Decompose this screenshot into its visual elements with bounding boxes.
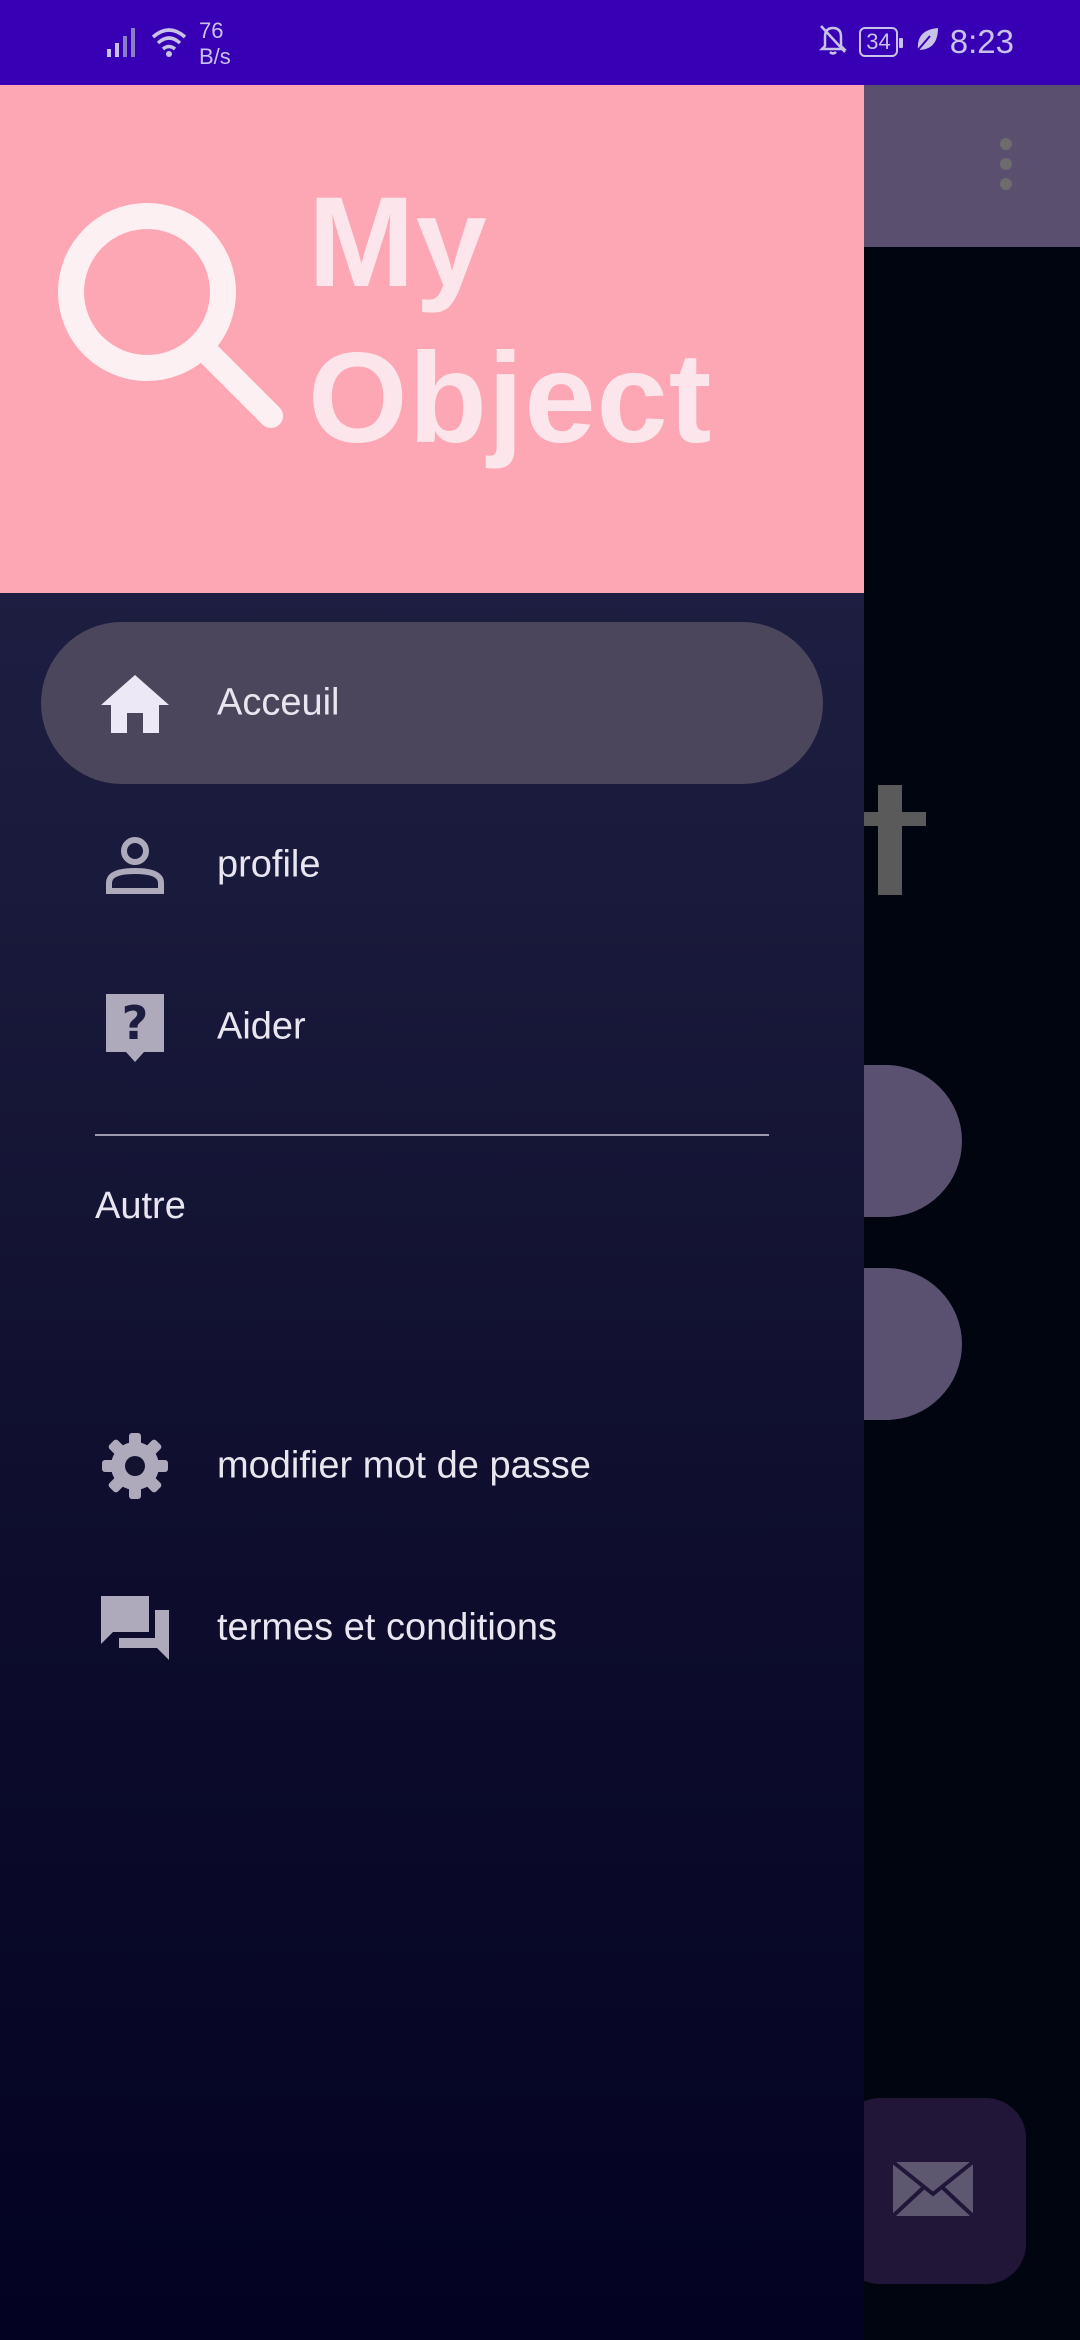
drawer-item-label: termes et conditions [217, 1606, 558, 1649]
drawer-item-acceuil[interactable]: Acceuil [41, 622, 823, 784]
drawer-item-aider[interactable]: ? Aider [41, 946, 823, 1108]
drawer-item-label: Aider [217, 1005, 306, 1048]
forum-icon [99, 1592, 171, 1664]
gear-icon [99, 1430, 171, 1502]
bell-off-icon [817, 22, 849, 61]
battery-indicator: 34 [859, 26, 904, 57]
net-speed: 76 B/s [199, 18, 231, 69]
mail-icon [891, 2159, 975, 2223]
drawer-item-profile[interactable]: profile [41, 784, 823, 946]
signal-icon [105, 25, 139, 64]
overflow-menu-icon[interactable] [996, 138, 1016, 198]
app-title: My Object [308, 171, 713, 470]
drawer-item-label: Acceuil [217, 681, 340, 724]
drawer-item-change-password[interactable]: modifier mot de passe [41, 1385, 823, 1547]
background-decoration [878, 785, 902, 895]
leaf-icon [914, 24, 940, 59]
drawer-item-terms[interactable]: termes et conditions [41, 1547, 823, 1709]
drawer-header: My Object [0, 85, 864, 593]
status-bar: 76 B/s 34 8:23 [0, 0, 1080, 85]
drawer-item-label: modifier mot de passe [217, 1444, 591, 1487]
svg-text:?: ? [122, 996, 149, 1050]
clock: 8:23 [949, 22, 1014, 60]
search-icon [55, 200, 295, 445]
drawer-section-title: Autre [95, 1185, 186, 1227]
wifi-icon [149, 25, 189, 64]
home-icon [99, 667, 171, 739]
drawer-divider [95, 1134, 769, 1136]
drawer-item-label: profile [217, 843, 321, 886]
person-icon [99, 829, 171, 901]
navigation-drawer: My Object Acceuil profile ? Aider Autre … [0, 85, 864, 2340]
mail-fab[interactable] [840, 2098, 1026, 2284]
help-icon: ? [99, 991, 171, 1063]
